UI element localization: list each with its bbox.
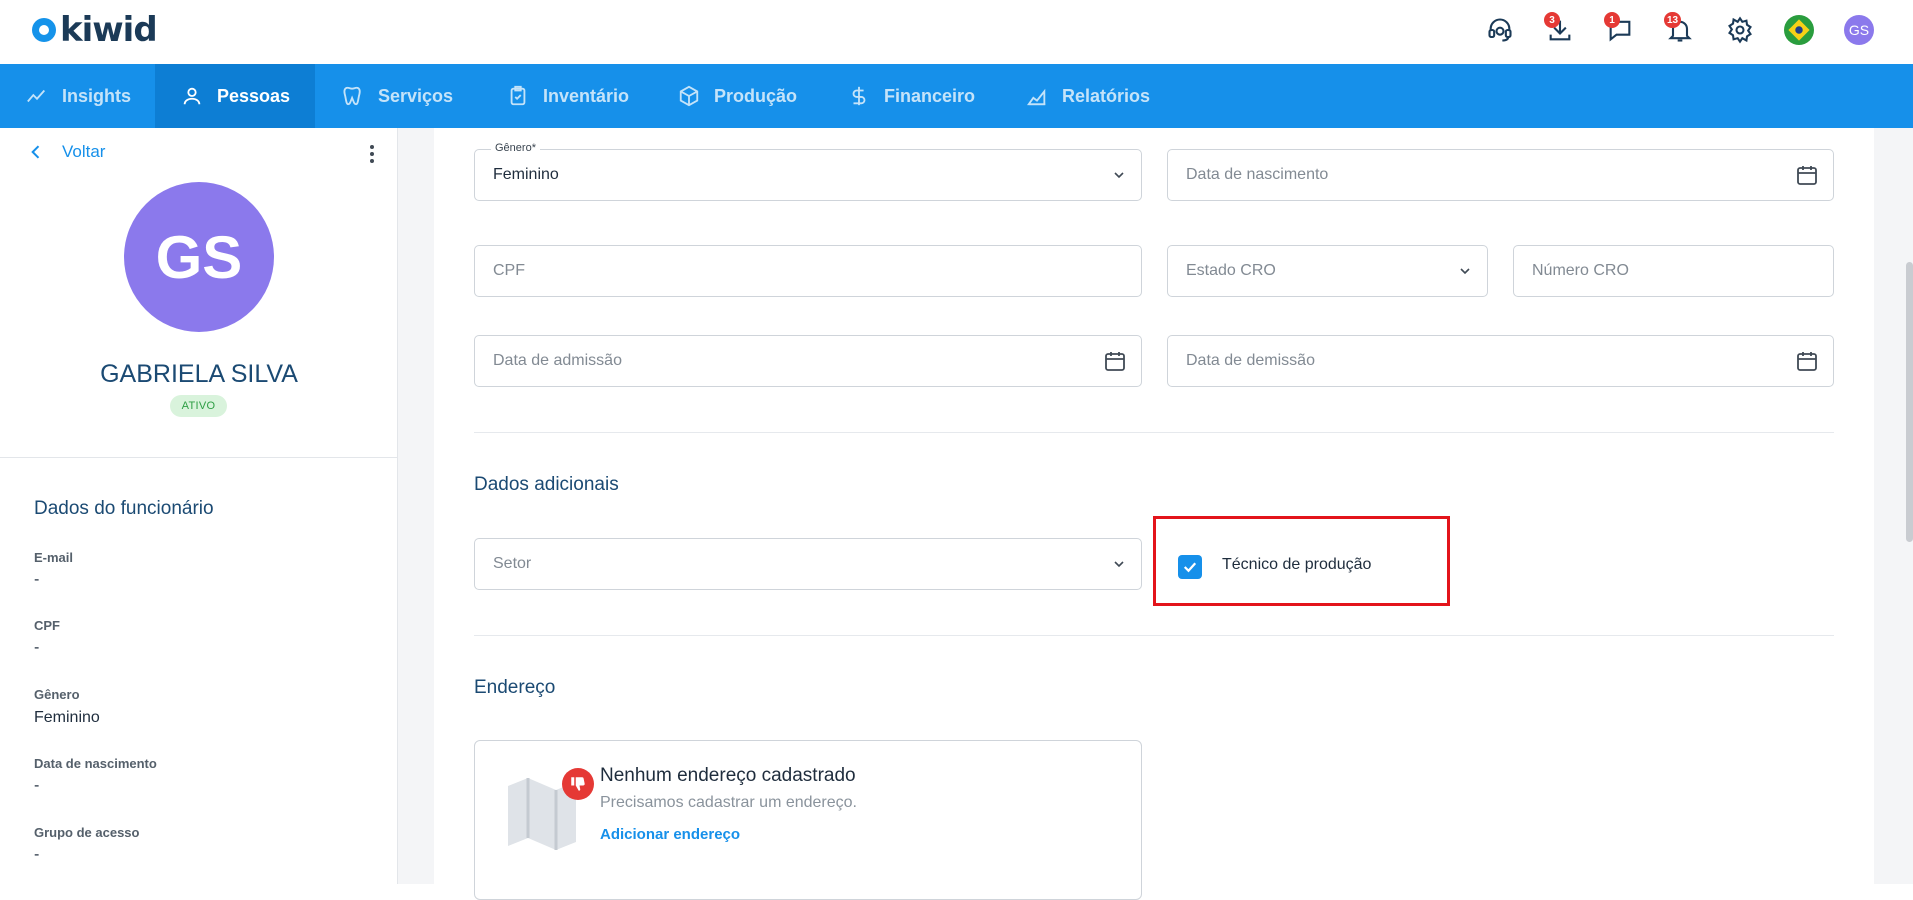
messages-icon[interactable]: 1 xyxy=(1604,12,1636,46)
main-navigation: Insights Pessoas Serviços Inventário Pro… xyxy=(0,64,1913,128)
language-flag-icon[interactable] xyxy=(1783,14,1815,46)
section-divider xyxy=(474,432,1834,433)
sector-select[interactable]: Setor xyxy=(474,538,1142,590)
cro-number-placeholder: Número CRO xyxy=(1532,262,1629,279)
cpf-label: CPF xyxy=(34,618,60,633)
gender-field-label: Gênero* xyxy=(491,142,540,154)
dollar-icon xyxy=(852,86,866,106)
divider xyxy=(0,457,398,458)
section-divider xyxy=(474,635,1834,636)
birthdate-value: - xyxy=(34,777,40,794)
area-chart-icon xyxy=(1026,88,1046,106)
nav-label: Inventário xyxy=(543,85,630,106)
birthdate-input[interactable]: Data de nascimento xyxy=(1167,149,1834,201)
back-label: Voltar xyxy=(62,142,106,161)
highlight-box xyxy=(1153,516,1450,606)
back-button[interactable]: Voltar xyxy=(26,142,105,162)
nav-label: Serviços xyxy=(378,85,454,106)
nav-label: Financeiro xyxy=(884,85,976,106)
nav-item-inventario[interactable]: Inventário xyxy=(507,64,629,128)
chevron-down-icon xyxy=(1114,172,1124,179)
thumbs-down-icon xyxy=(562,768,594,800)
tooth-icon xyxy=(343,86,361,106)
admission-date-placeholder: Data de admissão xyxy=(493,352,622,369)
address-title: Endereço xyxy=(474,677,556,698)
employee-avatar: GS xyxy=(124,182,274,332)
kiwid-logo[interactable]: kiwid xyxy=(32,10,158,50)
person-icon xyxy=(183,87,201,105)
messages-badge: 1 xyxy=(1604,12,1620,28)
notifications-badge: 13 xyxy=(1664,12,1682,28)
page-scrollbar[interactable] xyxy=(1906,262,1913,542)
more-options-icon[interactable] xyxy=(362,142,382,166)
nav-item-insights[interactable]: Insights xyxy=(26,64,131,128)
cpf-input[interactable]: CPF xyxy=(474,245,1142,297)
chevron-down-icon xyxy=(1114,561,1124,568)
email-value: - xyxy=(34,571,40,588)
nav-item-producao[interactable]: Produção xyxy=(678,64,797,128)
top-bar: kiwid 3 1 13 GS xyxy=(0,0,1913,64)
nav-item-financeiro[interactable]: Financeiro xyxy=(848,64,975,128)
downloads-badge: 3 xyxy=(1544,12,1560,28)
nav-label: Insights xyxy=(62,85,132,106)
download-icon[interactable]: 3 xyxy=(1544,12,1576,46)
user-avatar[interactable]: GS xyxy=(1843,14,1875,46)
calendar-icon[interactable] xyxy=(1103,349,1127,373)
settings-gear-icon[interactable] xyxy=(1724,14,1756,46)
add-address-link[interactable]: Adicionar endereço xyxy=(600,826,740,843)
birthdate-placeholder: Data de nascimento xyxy=(1186,166,1329,183)
nav-item-pessoas[interactable]: Pessoas xyxy=(155,64,315,128)
sector-placeholder: Setor xyxy=(493,555,532,572)
gender-select[interactable]: Gênero* Feminino xyxy=(474,142,1142,201)
logo-text: kiwid xyxy=(60,10,158,50)
admission-date-input[interactable]: Data de admissão xyxy=(474,335,1142,387)
cro-state-placeholder: Estado CRO xyxy=(1186,262,1276,279)
gender-select-value: Feminino xyxy=(493,166,559,183)
cpf-placeholder: CPF xyxy=(493,262,525,279)
cro-number-input[interactable]: Número CRO xyxy=(1513,245,1834,297)
nav-item-relatorios[interactable]: Relatórios xyxy=(1026,64,1150,128)
gender-label: Gênero xyxy=(34,687,80,702)
calendar-icon[interactable] xyxy=(1795,163,1819,187)
dismissal-date-placeholder: Data de demissão xyxy=(1186,352,1315,369)
nav-label: Relatórios xyxy=(1062,85,1151,106)
birthdate-label: Data de nascimento xyxy=(34,756,157,771)
support-headset-icon[interactable] xyxy=(1484,14,1516,46)
employee-name: GABRIELA SILVA xyxy=(100,360,298,388)
notifications-bell-icon[interactable]: 13 xyxy=(1664,12,1696,46)
box-icon xyxy=(679,85,699,107)
calendar-icon[interactable] xyxy=(1795,349,1819,373)
chevron-left-icon xyxy=(31,145,40,159)
chevron-down-icon xyxy=(1460,268,1470,275)
nav-item-servicos[interactable]: Serviços xyxy=(342,64,453,128)
cro-state-select[interactable]: Estado CRO xyxy=(1167,245,1488,297)
logo-mark-icon xyxy=(32,18,56,42)
dismissal-date-input[interactable]: Data de demissão xyxy=(1167,335,1834,387)
gender-value: Feminino xyxy=(34,709,100,726)
trend-line-icon xyxy=(27,89,46,103)
nav-label: Pessoas xyxy=(217,85,291,106)
access-group-value: - xyxy=(34,846,40,863)
status-badge: ATIVO xyxy=(170,395,227,417)
additional-data-title: Dados adicionais xyxy=(474,474,619,495)
empty-address-subtitle: Precisamos cadastrar um endereço. xyxy=(600,794,857,811)
nav-label: Produção xyxy=(714,85,798,106)
empty-address-title: Nenhum endereço cadastrado xyxy=(600,765,856,786)
employee-data-title: Dados do funcionário xyxy=(34,498,214,519)
clipboard-check-icon xyxy=(510,85,526,106)
employee-sidebar: Voltar GS GABRIELA SILVA ATIVO Dados do … xyxy=(0,128,398,884)
access-group-label: Grupo de acesso xyxy=(34,825,140,840)
email-label: E-mail xyxy=(34,550,74,565)
cpf-value: - xyxy=(34,639,40,656)
